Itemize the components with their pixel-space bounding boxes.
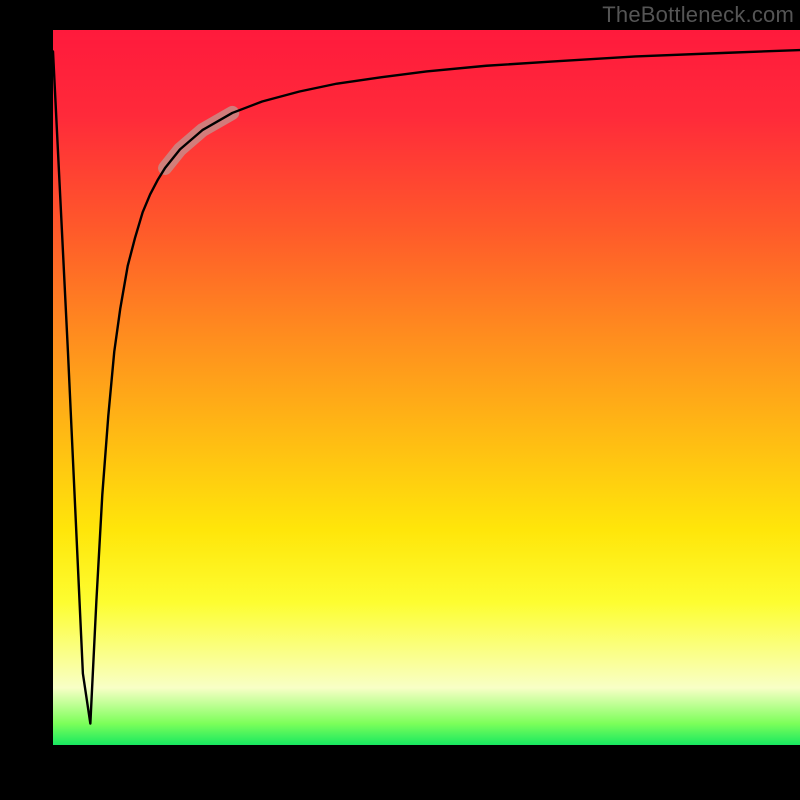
bottleneck-curve [53,50,800,724]
highlight-segment [165,113,232,168]
chart-svg [53,30,800,745]
chart-frame: TheBottleneck.com [0,0,800,800]
attribution-label: TheBottleneck.com [602,2,794,28]
plot-area [53,30,800,745]
